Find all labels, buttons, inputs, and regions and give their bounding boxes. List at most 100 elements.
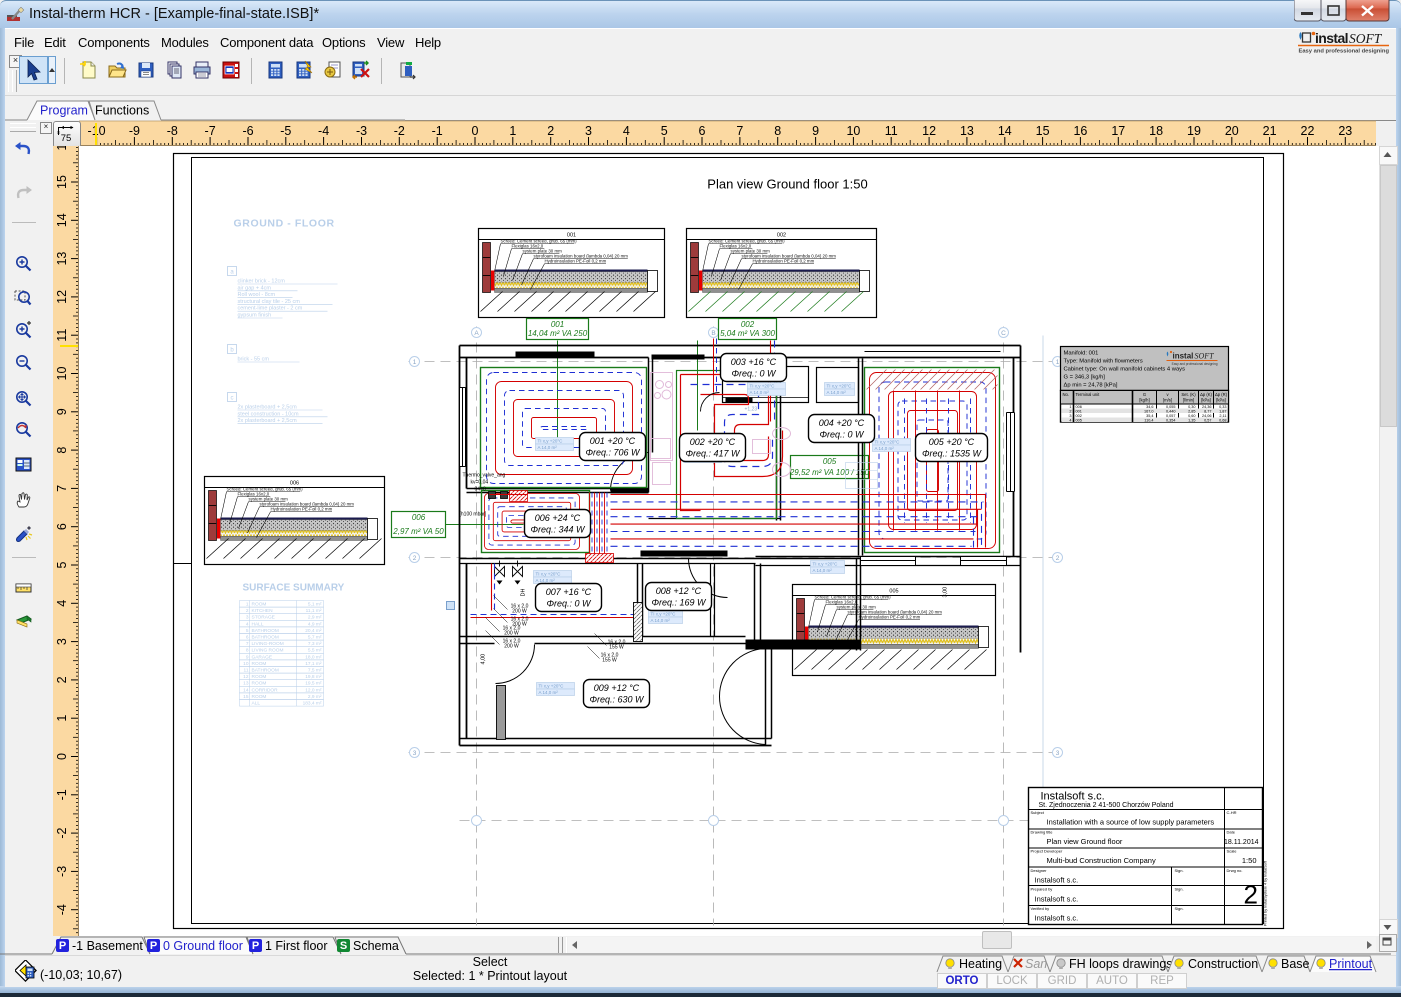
svg-text:Type: Manifold with flowmeters: Type: Manifold with flowmeters xyxy=(1064,359,1143,365)
svg-text:TI x,y +20°C: TI x,y +20°C xyxy=(538,439,564,444)
svg-text:Printed by InstalSystem 4 by I: Printed by InstalSystem 4 by InstalSoft xyxy=(1264,860,1268,926)
svg-text:006: 006 xyxy=(412,513,426,522)
svg-text:3: 3 xyxy=(55,638,69,645)
svg-text:Δp (K): Δp (K) xyxy=(1200,392,1212,397)
svg-text:1 First floor: 1 First floor xyxy=(265,939,328,953)
svg-text:008 +12 °C: 008 +12 °C xyxy=(656,586,702,596)
svg-text:Base: Base xyxy=(1281,957,1310,971)
svg-text:Easy and professional designin: Easy and professional designing xyxy=(1298,49,1389,55)
svg-text:2: 2 xyxy=(413,555,417,562)
svg-text:TI x,y +20°C: TI x,y +20°C xyxy=(813,562,839,567)
svg-text:[l/min]: [l/min] xyxy=(1183,398,1194,403)
svg-text:Scale: Scale xyxy=(1227,849,1238,854)
svg-text:Verified by: Verified by xyxy=(1031,906,1050,911)
svg-text:24,06: 24,06 xyxy=(1202,414,1212,418)
svg-text:brick - 55 cm: brick - 55 cm xyxy=(238,357,270,363)
svg-text:12: 12 xyxy=(922,124,936,138)
svg-text:2: 2 xyxy=(1056,555,1060,562)
svg-text:-6: -6 xyxy=(242,124,253,138)
svg-text:St. Zjednoczenia 2 41-500 Chor: St. Zjednoczenia 2 41-500 Chorzów Poland xyxy=(1039,802,1174,809)
svg-text:[h100 mbar]: [h100 mbar] xyxy=(460,512,487,518)
svg-text:9: 9 xyxy=(55,408,69,415)
svg-text:C-HR: C-HR xyxy=(1227,810,1237,815)
svg-text:3: 3 xyxy=(413,750,417,757)
svg-text:Plan view Ground floor: Plan view Ground floor xyxy=(1047,837,1123,846)
svg-text:Drawing title: Drawing title xyxy=(1031,830,1054,835)
svg-text:Φreq.: 344 W: Φreq.: 344 W xyxy=(530,525,586,535)
svg-text:Project Developer: Project Developer xyxy=(1031,849,1063,854)
svg-text:-7: -7 xyxy=(205,124,216,138)
svg-text:18.11.2014: 18.11.2014 xyxy=(1224,839,1259,846)
svg-text:Instalsoft s.c.: Instalsoft s.c. xyxy=(1041,791,1105,803)
svg-text:2: 2 xyxy=(1069,409,1071,413)
svg-text:5,1 m²: 5,1 m² xyxy=(308,602,322,608)
svg-text:cement-lime plaster - 2 cm: cement-lime plaster - 2 cm xyxy=(238,306,303,312)
svg-text:Sign.: Sign. xyxy=(1175,887,1184,892)
svg-text:BATHROOM: BATHROOM xyxy=(252,668,279,674)
svg-text:LIVING ROOM: LIVING ROOM xyxy=(252,648,284,654)
svg-text:A 14,0 m²: A 14,0 m² xyxy=(750,390,770,395)
svg-text:002 +20 °C: 002 +20 °C xyxy=(690,437,736,447)
svg-text:P: P xyxy=(252,940,259,952)
svg-text:7: 7 xyxy=(246,641,249,647)
svg-text:7: 7 xyxy=(736,124,743,138)
svg-text:CORRIDOR: CORRIDOR xyxy=(252,687,279,693)
svg-text:11: 11 xyxy=(244,668,249,674)
svg-text:Instalsoft s.c.: Instalsoft s.c. xyxy=(1035,876,1079,885)
svg-text:04=0: 04=0 xyxy=(475,487,486,493)
svg-text:20,4 m²: 20,4 m² xyxy=(305,628,322,634)
svg-text:Δp min = 24,78 [kPa]: Δp min = 24,78 [kPa] xyxy=(1064,383,1118,389)
svg-text:2,11: 2,11 xyxy=(1219,414,1226,418)
svg-text:155 W: 155 W xyxy=(602,658,617,664)
svg-text:2,97 m² VA 50: 2,97 m² VA 50 xyxy=(392,527,444,536)
svg-text:BATHROOM: BATHROOM xyxy=(252,635,279,641)
svg-text:1,87: 1,87 xyxy=(1219,409,1226,413)
svg-text:9: 9 xyxy=(812,124,819,138)
svg-text:-4: -4 xyxy=(55,904,69,915)
svg-text:Program: Program xyxy=(40,104,88,118)
svg-text:6: 6 xyxy=(55,523,69,530)
svg-text:KITCHEN: KITCHEN xyxy=(252,608,274,614)
svg-text:Φreq.: 0 W: Φreq.: 0 W xyxy=(546,599,592,609)
svg-text:Hydroinsulation PE-Foil 0,2 mm: Hydroinsulation PE-Foil 0,2 mm xyxy=(859,615,921,620)
svg-text:A 14,0 m²: A 14,0 m² xyxy=(536,578,556,583)
svg-text:0: 0 xyxy=(55,753,69,760)
svg-text:1,35: 1,35 xyxy=(1188,418,1195,422)
svg-text:No.: No. xyxy=(1063,392,1070,397)
svg-text:0,60: 0,60 xyxy=(1188,414,1195,418)
svg-text:3,00: 3,00 xyxy=(943,587,949,598)
svg-text:19: 19 xyxy=(1187,124,1201,138)
svg-text:23: 23 xyxy=(1338,124,1352,138)
svg-text:5,04 m² VA 300: 5,04 m² VA 300 xyxy=(720,329,775,338)
svg-text:[kPa]: [kPa] xyxy=(1216,398,1226,403)
svg-text:c: c xyxy=(231,396,234,402)
svg-text:0 Ground floor: 0 Ground floor xyxy=(163,939,243,953)
svg-text:4: 4 xyxy=(623,124,630,138)
svg-text:3: 3 xyxy=(1069,414,1071,418)
svg-text:ROOM: ROOM xyxy=(252,674,267,680)
svg-text:STORAGE: STORAGE xyxy=(252,615,275,621)
svg-text:[kPa]: [kPa] xyxy=(1201,398,1211,403)
svg-text:15: 15 xyxy=(55,175,69,189)
svg-text:Sign.: Sign. xyxy=(1175,906,1184,911)
svg-text:Plan view Ground floor 1:50: Plan view Ground floor 1:50 xyxy=(707,177,867,192)
svg-text:FH loops drawings: FH loops drawings xyxy=(1069,957,1173,971)
svg-text:G = 346,3 [kg/h]: G = 346,3 [kg/h] xyxy=(1064,375,1106,381)
svg-text:B: B xyxy=(711,330,715,337)
svg-text:1: 1 xyxy=(1056,359,1060,366)
svg-text:8,77: 8,77 xyxy=(1204,409,1211,413)
svg-text:0,68: 0,68 xyxy=(1219,418,1226,422)
svg-text:Drwg no.: Drwg no. xyxy=(1227,868,1243,873)
svg-text:001 +20 °C: 001 +20 °C xyxy=(590,436,636,446)
svg-text:8: 8 xyxy=(55,447,69,454)
svg-text:6: 6 xyxy=(699,124,706,138)
svg-text:+1,23: +1,23 xyxy=(745,407,758,413)
svg-text:001: 001 xyxy=(551,320,564,329)
svg-text:TI x,y +20°C: TI x,y +20°C xyxy=(539,684,565,689)
svg-text:-10: -10 xyxy=(88,124,106,138)
svg-text:[kg/h]: [kg/h] xyxy=(1139,398,1149,403)
svg-text:Φreq.: 630 W: Φreq.: 630 W xyxy=(589,695,645,705)
svg-text:5,7 m²: 5,7 m² xyxy=(308,635,322,641)
svg-text:005: 005 xyxy=(889,589,898,595)
svg-text:ROOM: ROOM xyxy=(252,681,267,687)
